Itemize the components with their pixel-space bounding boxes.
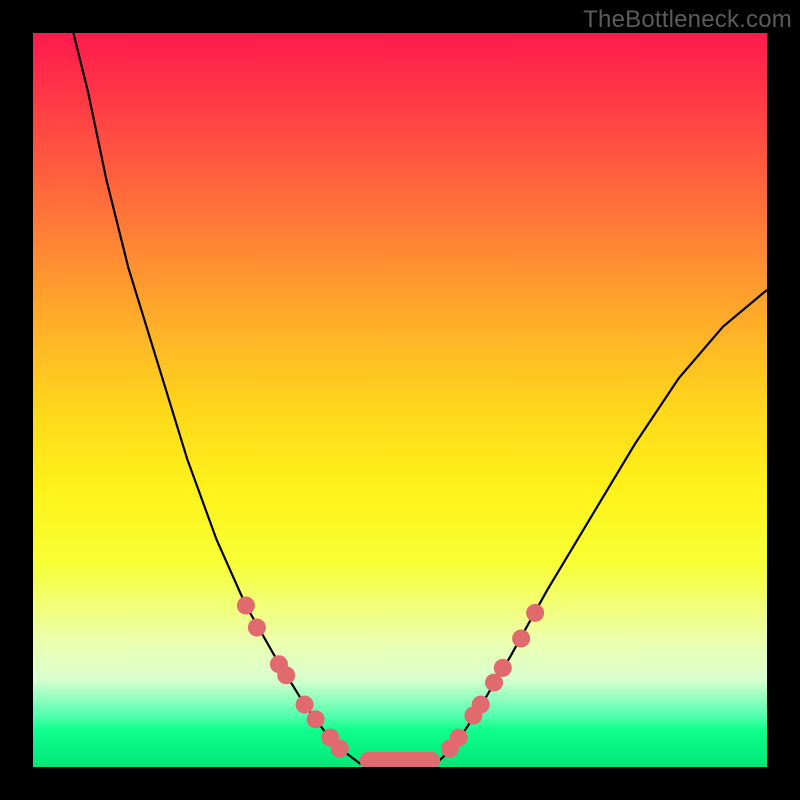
floor-lozenge <box>360 752 441 767</box>
marker-dot <box>237 597 255 615</box>
bottleneck-curve <box>33 33 767 767</box>
marker-dot <box>472 696 490 714</box>
marker-dot <box>307 710 325 728</box>
marker-dot <box>296 696 314 714</box>
watermark-text: TheBottleneck.com <box>583 6 792 34</box>
floor-lozenge-shape <box>360 752 441 767</box>
marker-dot <box>512 630 530 648</box>
marker-dot <box>248 619 266 637</box>
marker-group-left <box>237 597 349 758</box>
plot-area <box>33 33 767 767</box>
marker-dot <box>277 666 295 684</box>
marker-dot <box>331 740 349 758</box>
chart-stage: TheBottleneck.com <box>0 0 800 800</box>
marker-dot <box>450 729 468 747</box>
marker-dot <box>494 659 512 677</box>
marker-dot <box>526 604 544 622</box>
curve-path <box>73 33 767 767</box>
marker-group-right <box>441 604 544 758</box>
